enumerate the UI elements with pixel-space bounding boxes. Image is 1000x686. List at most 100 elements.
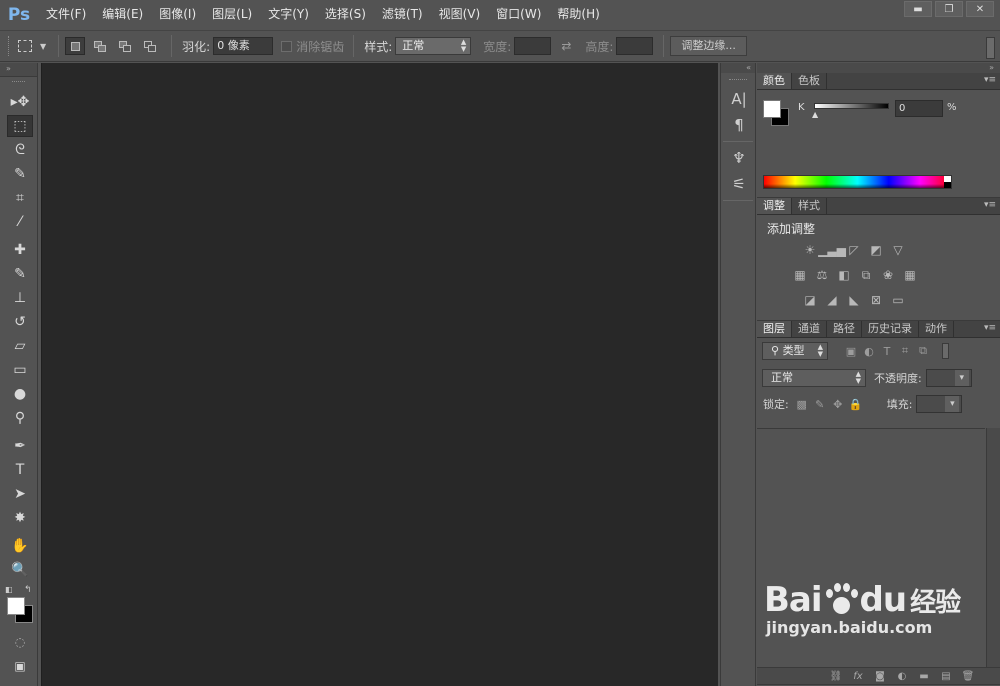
filter-pixel-icon[interactable]: ▣ [842, 343, 860, 359]
history-brush-tool[interactable]: ↺ [7, 311, 33, 333]
character-panel-icon[interactable]: A| [726, 87, 752, 111]
quick-mask-button[interactable]: ◌ [7, 631, 33, 653]
delete-layer-icon[interactable]: 🗑 [960, 671, 976, 682]
k-value-input[interactable]: 0 [895, 100, 943, 117]
filter-type-icon[interactable]: T [878, 343, 896, 359]
color-foreground-swatch[interactable] [763, 100, 781, 118]
eyedropper-tool[interactable]: ⁄ [7, 211, 33, 233]
levels-icon[interactable]: ▁▃▅ [818, 242, 846, 258]
document-area[interactable] [41, 63, 718, 686]
close-button[interactable]: ✕ [966, 1, 994, 17]
blur-tool[interactable]: ● [7, 383, 33, 405]
paragraph-panel-icon[interactable]: ¶ [726, 113, 752, 137]
layer-mask-icon[interactable]: ◙ [872, 671, 888, 682]
menu-window[interactable]: 窗口(W) [488, 0, 549, 29]
layer-filter-select[interactable]: ⚲ 类型 ▲ ▼ [762, 342, 828, 360]
tools-grip[interactable] [12, 81, 25, 89]
fill-input[interactable] [916, 395, 963, 413]
color-balance-icon[interactable]: ⚖ [813, 267, 831, 283]
swap-dimensions-icon[interactable]: ⇄ [561, 39, 571, 53]
antialias-checkbox[interactable] [281, 40, 293, 52]
tab-actions[interactable]: 动作 [919, 321, 954, 337]
healing-brush-tool[interactable]: ✚ [7, 239, 33, 261]
options-grip[interactable] [8, 36, 12, 56]
brush-presets-icon[interactable]: ⚟ [726, 172, 752, 196]
panels-collapse-button[interactable]: » [757, 63, 1000, 73]
screen-mode-button[interactable]: ▣ [7, 655, 33, 677]
menu-filter[interactable]: 滤镜(T) [374, 0, 431, 29]
posterize-icon[interactable]: ◢ [823, 292, 841, 308]
add-selection-button[interactable] [90, 37, 110, 55]
lasso-tool[interactable]: ᘓ [7, 139, 33, 161]
hue-saturation-icon[interactable]: ▦ [791, 267, 809, 283]
tab-channels[interactable]: 通道 [792, 321, 827, 337]
layers-scrollbar[interactable] [986, 428, 1000, 668]
rect-marquee-tool[interactable]: ⬚ [7, 115, 33, 137]
selective-color-icon[interactable]: ⊠ [867, 292, 885, 308]
menu-image[interactable]: 图像(I) [151, 0, 204, 29]
k-slider-thumb[interactable]: ▲ [812, 110, 818, 119]
lock-image-icon[interactable]: ✎ [811, 396, 829, 412]
tab-styles[interactable]: 样式 [792, 198, 827, 214]
maximize-button[interactable]: ❐ [935, 1, 963, 17]
quick-select-tool[interactable]: ✎ [7, 163, 33, 185]
tool-preset-picker[interactable]: ▼ [18, 40, 46, 52]
black-white-swatch[interactable] [944, 176, 951, 188]
foreground-color[interactable] [7, 597, 25, 615]
gradient-tool[interactable]: ▭ [7, 359, 33, 381]
tab-history[interactable]: 历史记录 [862, 321, 919, 337]
pen-tool[interactable]: ✒ [7, 435, 33, 457]
k-slider-track[interactable] [814, 103, 889, 109]
dock-collapse-button[interactable]: « [721, 63, 755, 73]
tab-layers[interactable]: 图层 [757, 321, 792, 337]
crop-tool[interactable]: ⌗ [7, 187, 33, 209]
brightness-contrast-icon[interactable]: ☀ [801, 242, 819, 258]
height-input[interactable] [616, 37, 654, 55]
eraser-tool[interactable]: ▱ [7, 335, 33, 357]
menu-layer[interactable]: 图层(L) [204, 0, 260, 29]
type-tool[interactable]: T [7, 459, 33, 481]
menu-view[interactable]: 视图(V) [431, 0, 489, 29]
new-selection-button[interactable] [65, 37, 86, 55]
options-bar-end[interactable] [986, 37, 995, 59]
custom-shape-tool[interactable]: ✸ [7, 507, 33, 529]
filter-smart-object-icon[interactable]: ⧉ [914, 343, 932, 359]
tab-adjustments[interactable]: 调整 [757, 198, 792, 214]
tools-collapse-button[interactable]: » [0, 63, 37, 77]
tab-color[interactable]: 颜色 [757, 73, 792, 89]
width-input[interactable] [514, 37, 552, 55]
new-group-icon[interactable]: ▬ [916, 671, 932, 682]
menu-select[interactable]: 选择(S) [317, 0, 374, 29]
style-select[interactable]: 正常 ▲ ▼ [395, 37, 472, 55]
subtract-selection-button[interactable] [115, 37, 135, 55]
hand-tool[interactable]: ✋ [7, 535, 33, 557]
dock-grip[interactable] [729, 79, 747, 85]
opacity-input[interactable] [925, 369, 972, 387]
color-spectrum-ramp[interactable] [763, 175, 952, 189]
filter-toggle[interactable] [942, 343, 949, 359]
tool-presets-icon[interactable]: ♆ [726, 146, 752, 170]
gradient-map-icon[interactable]: ▭ [889, 292, 907, 308]
curves-icon[interactable]: ◸ [845, 242, 863, 258]
filter-adjustment-icon[interactable]: ◐ [860, 343, 878, 359]
brush-tool[interactable]: ✎ [7, 263, 33, 285]
minimize-button[interactable]: ▬ [904, 1, 932, 17]
refine-edge-button[interactable]: 调整边缘... [670, 36, 747, 56]
panel-menu-icon[interactable]: ▾≡ [984, 323, 996, 333]
link-layers-icon[interactable]: ⛓ [828, 671, 844, 682]
dodge-tool[interactable]: ⚲ [7, 407, 33, 429]
menu-edit[interactable]: 编辑(E) [94, 0, 151, 29]
layers-list[interactable] [757, 428, 985, 668]
feather-input[interactable]: 0 像素 [213, 37, 274, 55]
move-tool[interactable]: ▸✥ [7, 91, 33, 113]
clone-stamp-tool[interactable]: ⊥ [7, 287, 33, 309]
invert-icon[interactable]: ◪ [801, 292, 819, 308]
new-layer-icon[interactable]: ▤ [938, 671, 954, 682]
vibrance-icon[interactable]: ▽ [889, 242, 907, 258]
exposure-icon[interactable]: ◩ [867, 242, 885, 258]
lock-transparent-icon[interactable]: ▩ [793, 396, 811, 412]
black-white-icon[interactable]: ◧ [835, 267, 853, 283]
path-select-tool[interactable]: ➤ [7, 483, 33, 505]
layer-style-icon[interactable]: fx [850, 671, 866, 682]
default-colors-icon[interactable]: ◧ [5, 585, 13, 594]
